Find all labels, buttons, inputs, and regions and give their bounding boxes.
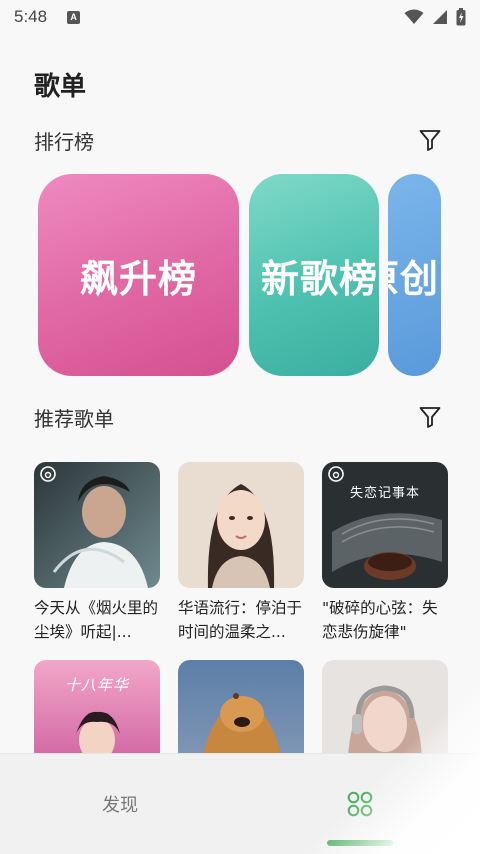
ranking-carousel[interactable]: 飙升榜 新歌榜 原创: [38, 174, 480, 376]
rank-card-label: 新歌榜: [261, 256, 379, 301]
playlist-title: "破碎的心弦：失恋悲伤旋律": [322, 599, 438, 641]
wifi-icon: [404, 9, 424, 24]
grid-icon: [347, 791, 373, 817]
netease-icon: [328, 466, 344, 482]
playlist-cover: 失恋记事本: [322, 462, 448, 588]
recommended-title: 推荐歌单: [34, 406, 114, 431]
status-bar: 5:48 A: [0, 0, 480, 34]
active-tab-indicator: [327, 840, 393, 846]
ranking-title: 排行榜: [34, 129, 94, 154]
bottom-nav: 发现: [0, 753, 480, 854]
playlist-cover: [178, 462, 304, 588]
tab-discover-label: 发现: [102, 795, 138, 816]
app-screen: 5:48 A 歌单 排行榜 飙升榜 新歌榜 创 推荐歌单 今天从《烟火里的尘埃》…: [0, 0, 480, 854]
netease-icon: [40, 466, 56, 482]
playlist-card[interactable]: 失恋记事本 "破碎的心弦：失恋悲伤旋律": [322, 462, 448, 644]
battery-icon: [456, 8, 466, 26]
cover-text: 失恋记事本: [349, 486, 420, 501]
recommended-header: 推荐歌单: [34, 401, 446, 433]
rank-card-label: 原创: [388, 256, 439, 301]
recommended-filter-button[interactable]: [414, 401, 446, 433]
playlist-card[interactable]: 华语流行：停泊于时间的温柔之...: [178, 462, 304, 644]
ranking-filter-button[interactable]: [414, 124, 446, 156]
cover-text: 十八年华: [64, 676, 129, 694]
filter-icon: [419, 407, 441, 428]
rank-card-label: 飙升榜: [79, 256, 197, 301]
rank-card-new-songs[interactable]: 新歌榜: [249, 174, 379, 376]
ranking-header: 排行榜: [34, 124, 446, 156]
playlist-title: 今天从《烟火里的尘埃》听起|...: [34, 599, 159, 641]
signal-icon: [433, 10, 447, 24]
status-icons: [404, 8, 466, 26]
playlist-cover: [34, 462, 160, 588]
playlist-card[interactable]: 今天从《烟火里的尘埃》听起|...: [34, 462, 160, 644]
tab-playlists[interactable]: [240, 754, 480, 854]
playlist-title: 华语流行：停泊于时间的温柔之...: [178, 599, 303, 641]
tab-discover[interactable]: 发现: [0, 754, 240, 854]
rank-card-soaring[interactable]: 飙升榜: [38, 174, 239, 376]
notification-icon: A: [67, 10, 81, 24]
status-time: 5:48: [14, 7, 48, 26]
filter-icon: [419, 130, 441, 151]
rank-card-original[interactable]: 原创: [388, 174, 441, 376]
page-title: 歌单: [34, 72, 87, 102]
